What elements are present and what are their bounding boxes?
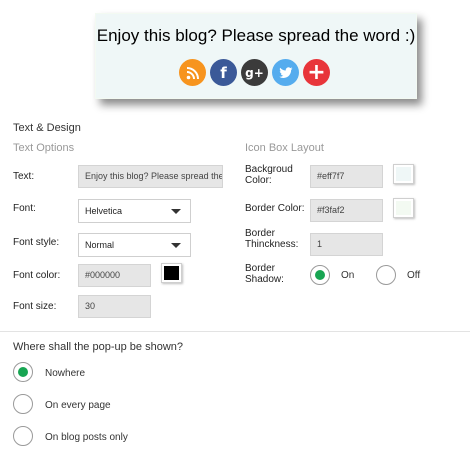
show-every-page-label: On every page <box>45 400 111 411</box>
border-thickness-label-line1: Border <box>245 228 276 239</box>
show-blog-posts-radio[interactable] <box>13 426 33 446</box>
preview-title: Enjoy this blog? Please spread the word … <box>96 26 416 45</box>
font-select[interactable]: Helvetica <box>78 199 191 223</box>
facebook-icon[interactable]: f <box>210 59 237 86</box>
font-style-select[interactable]: Normal <box>78 233 191 257</box>
background-color-label-line2: Color: <box>245 175 272 186</box>
text-options-heading: Text Options <box>13 142 75 154</box>
font-color-swatch-fill <box>164 266 179 280</box>
border-color-input[interactable]: #f3faf2 <box>310 199 383 222</box>
border-thickness-input[interactable]: 1 <box>310 233 383 256</box>
border-color-swatch-fill <box>396 201 411 215</box>
font-select-value: Helvetica <box>85 206 123 216</box>
background-color-label: Backgroud Color: <box>245 164 293 186</box>
border-color-label: Border Color: <box>245 203 305 214</box>
font-color-input[interactable]: #000000 <box>78 264 151 287</box>
border-shadow-label: Border Shadow: <box>245 263 284 285</box>
show-every-page-radio[interactable] <box>13 394 33 414</box>
font-size-input[interactable]: 30 <box>78 295 151 318</box>
font-color-swatch[interactable] <box>161 263 182 283</box>
background-color-label-line1: Backgroud <box>245 164 293 175</box>
rss-glyph <box>186 66 199 79</box>
background-color-input[interactable]: #eff7f7 <box>310 165 383 188</box>
show-blog-posts-label: On blog posts only <box>45 432 128 443</box>
section-divider <box>0 331 470 332</box>
shadow-on-label: On <box>341 270 355 281</box>
show-nowhere-label: Nowhere <box>45 368 86 379</box>
plus-icon[interactable]: + <box>303 59 330 86</box>
popup-preview: Enjoy this blog? Please spread the word … <box>95 13 417 99</box>
show-question: Where shall the pop-up be shown? <box>13 341 183 353</box>
font-style-select-value: Normal <box>85 240 115 250</box>
googleplus-icon[interactable]: g+ <box>241 59 268 86</box>
border-color-swatch[interactable] <box>393 198 414 218</box>
font-label: Font: <box>13 203 36 214</box>
chevron-down-icon <box>171 209 181 214</box>
chevron-down-icon <box>171 243 181 248</box>
text-label: Text: <box>13 171 35 182</box>
border-shadow-label-line2: Shadow: <box>245 274 284 285</box>
font-style-label: Font style: <box>13 237 60 248</box>
icon-box-layout-heading: Icon Box Layout <box>245 142 324 154</box>
shadow-off-radio[interactable] <box>376 265 396 285</box>
font-color-label: Font color: <box>13 270 61 281</box>
twitter-bird <box>278 66 292 78</box>
radio-selected-dot <box>315 270 325 280</box>
show-nowhere-radio[interactable] <box>13 362 33 382</box>
border-shadow-label-line1: Border <box>245 263 276 274</box>
shadow-off-label: Off <box>407 270 421 281</box>
border-thickness-label-line2: Thinckness: <box>245 239 299 250</box>
background-color-swatch[interactable] <box>393 164 414 184</box>
share-icon-row: f g+ + <box>179 59 330 86</box>
radio-selected-dot <box>18 367 28 377</box>
border-thickness-label: Border Thinckness: <box>245 228 298 250</box>
text-input[interactable]: Enjoy this blog? Please spread the word … <box>78 165 223 188</box>
font-size-label: Font size: <box>13 301 57 312</box>
section-title: Text & Design <box>13 122 81 134</box>
rss-icon[interactable] <box>179 59 206 86</box>
background-color-swatch-fill <box>396 167 411 181</box>
twitter-icon[interactable] <box>272 59 299 86</box>
shadow-on-radio[interactable] <box>310 265 330 285</box>
